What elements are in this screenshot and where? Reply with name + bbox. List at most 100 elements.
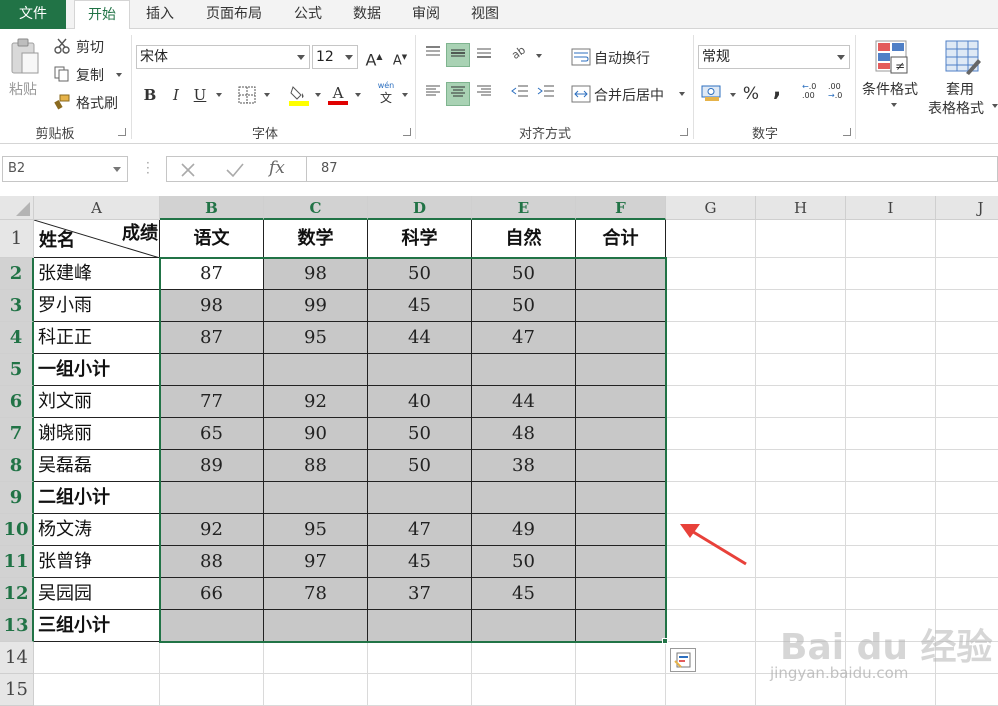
name-cell[interactable]: 科正正: [34, 322, 160, 354]
conditional-format-button[interactable]: 条件格式: [862, 79, 918, 99]
score-cell[interactable]: 88: [160, 546, 264, 578]
number-format-select[interactable]: 常规: [698, 45, 850, 69]
grid-cell[interactable]: [756, 450, 846, 482]
formula-input[interactable]: 87: [306, 156, 998, 182]
name-cell[interactable]: 刘文丽: [34, 386, 160, 418]
font-name-select[interactable]: 宋体: [136, 45, 310, 69]
row-header-15[interactable]: 15: [0, 674, 34, 706]
row-header-1[interactable]: 1: [0, 220, 34, 258]
grid-cell[interactable]: [576, 674, 666, 706]
comma-button[interactable]: ,: [765, 78, 789, 102]
name-cell[interactable]: 杨文涛: [34, 514, 160, 546]
score-cell[interactable]: 66: [160, 578, 264, 610]
score-cell[interactable]: [264, 354, 368, 386]
number-launcher-icon[interactable]: [843, 128, 851, 136]
bold-button[interactable]: B: [138, 83, 162, 107]
tab-formulas[interactable]: 公式: [283, 0, 333, 29]
column-header-i[interactable]: I: [846, 196, 936, 220]
insert-function-button[interactable]: fx: [269, 158, 285, 178]
increase-decimal-button[interactable]: ←.0.00: [802, 82, 824, 106]
name-box[interactable]: B2: [2, 156, 128, 182]
score-cell[interactable]: 98: [264, 258, 368, 290]
row-header-5[interactable]: 5: [0, 354, 34, 386]
fill-handle[interactable]: [662, 638, 668, 644]
grid-cell[interactable]: [472, 642, 576, 674]
score-cell[interactable]: [576, 418, 666, 450]
column-header-j[interactable]: J: [936, 196, 998, 220]
font-color-button[interactable]: A: [326, 81, 350, 105]
grid-cell[interactable]: [666, 418, 756, 450]
column-header-f[interactable]: F: [576, 196, 666, 220]
score-cell[interactable]: 89: [160, 450, 264, 482]
score-cell[interactable]: 37: [368, 578, 472, 610]
score-cell[interactable]: 92: [264, 386, 368, 418]
grid-cell[interactable]: [936, 386, 998, 418]
column-header-a[interactable]: A: [34, 196, 160, 220]
name-cell[interactable]: 吴磊磊: [34, 450, 160, 482]
fill-color-dropdown-icon[interactable]: [315, 93, 321, 97]
grid-cell[interactable]: [666, 322, 756, 354]
tab-file[interactable]: 文件: [0, 0, 66, 29]
score-cell[interactable]: [160, 610, 264, 642]
column-header-b[interactable]: B: [160, 196, 264, 220]
grid-cell[interactable]: [666, 610, 756, 642]
score-cell[interactable]: [160, 482, 264, 514]
score-cell[interactable]: 47: [472, 322, 576, 354]
score-cell[interactable]: 95: [264, 514, 368, 546]
align-right-button[interactable]: [472, 82, 496, 106]
underline-button[interactable]: U: [188, 83, 212, 107]
increase-indent-button[interactable]: [534, 82, 558, 106]
paste-button[interactable]: 粘贴: [9, 79, 37, 99]
align-middle-button[interactable]: [446, 43, 470, 67]
tab-data[interactable]: 数据: [342, 0, 392, 29]
grid-cell[interactable]: [756, 546, 846, 578]
format-as-table-line2[interactable]: 表格格式: [928, 98, 984, 118]
formula-bar-grip-icon[interactable]: · · ·: [146, 157, 150, 179]
grid-cell[interactable]: [936, 578, 998, 610]
copy-button[interactable]: 复制: [76, 65, 104, 85]
grid-cell[interactable]: [936, 220, 998, 258]
score-cell[interactable]: [576, 578, 666, 610]
grid-cell[interactable]: [936, 514, 998, 546]
name-cell[interactable]: 张曾铮: [34, 546, 160, 578]
phonetic-dropdown-icon[interactable]: [402, 93, 408, 97]
grid-cell[interactable]: [846, 386, 936, 418]
score-cell[interactable]: [472, 354, 576, 386]
row-header-10[interactable]: 10: [0, 514, 34, 546]
borders-dropdown-icon[interactable]: [264, 93, 270, 97]
tab-home[interactable]: 开始: [74, 0, 130, 30]
grid-cell[interactable]: [756, 578, 846, 610]
score-cell[interactable]: [576, 290, 666, 322]
grid-cell[interactable]: [936, 354, 998, 386]
score-cell[interactable]: 45: [368, 546, 472, 578]
score-cell[interactable]: 50: [472, 546, 576, 578]
grid-cell[interactable]: [34, 674, 160, 706]
subtotal-label-cell[interactable]: 二组小计: [34, 482, 160, 514]
score-cell[interactable]: [368, 482, 472, 514]
header-cell[interactable]: 科学: [368, 220, 472, 258]
score-cell[interactable]: 95: [264, 322, 368, 354]
clipboard-launcher-icon[interactable]: [118, 128, 126, 136]
header-cell[interactable]: 自然: [472, 220, 576, 258]
tab-insert[interactable]: 插入: [135, 0, 185, 29]
conditional-format-dropdown-icon[interactable]: [891, 103, 897, 107]
diagonal-header-cell[interactable]: 姓名 成绩: [34, 220, 160, 258]
score-cell[interactable]: [576, 450, 666, 482]
score-cell[interactable]: [576, 546, 666, 578]
grid-cell[interactable]: [936, 674, 998, 706]
grid-cell[interactable]: [756, 220, 846, 258]
score-cell[interactable]: [160, 354, 264, 386]
grid-cell[interactable]: [846, 514, 936, 546]
score-cell[interactable]: 48: [472, 418, 576, 450]
borders-icon[interactable]: [238, 86, 256, 108]
name-cell[interactable]: 罗小雨: [34, 290, 160, 322]
grid-cell[interactable]: [846, 322, 936, 354]
score-cell[interactable]: 44: [472, 386, 576, 418]
tab-review[interactable]: 审阅: [401, 0, 451, 29]
grid-cell[interactable]: [666, 220, 756, 258]
grow-font-button[interactable]: A▲: [362, 45, 386, 69]
format-as-table-dropdown-icon[interactable]: [992, 104, 998, 108]
font-color-dropdown-icon[interactable]: [355, 93, 361, 97]
score-cell[interactable]: 98: [160, 290, 264, 322]
align-top-button[interactable]: [421, 43, 445, 67]
